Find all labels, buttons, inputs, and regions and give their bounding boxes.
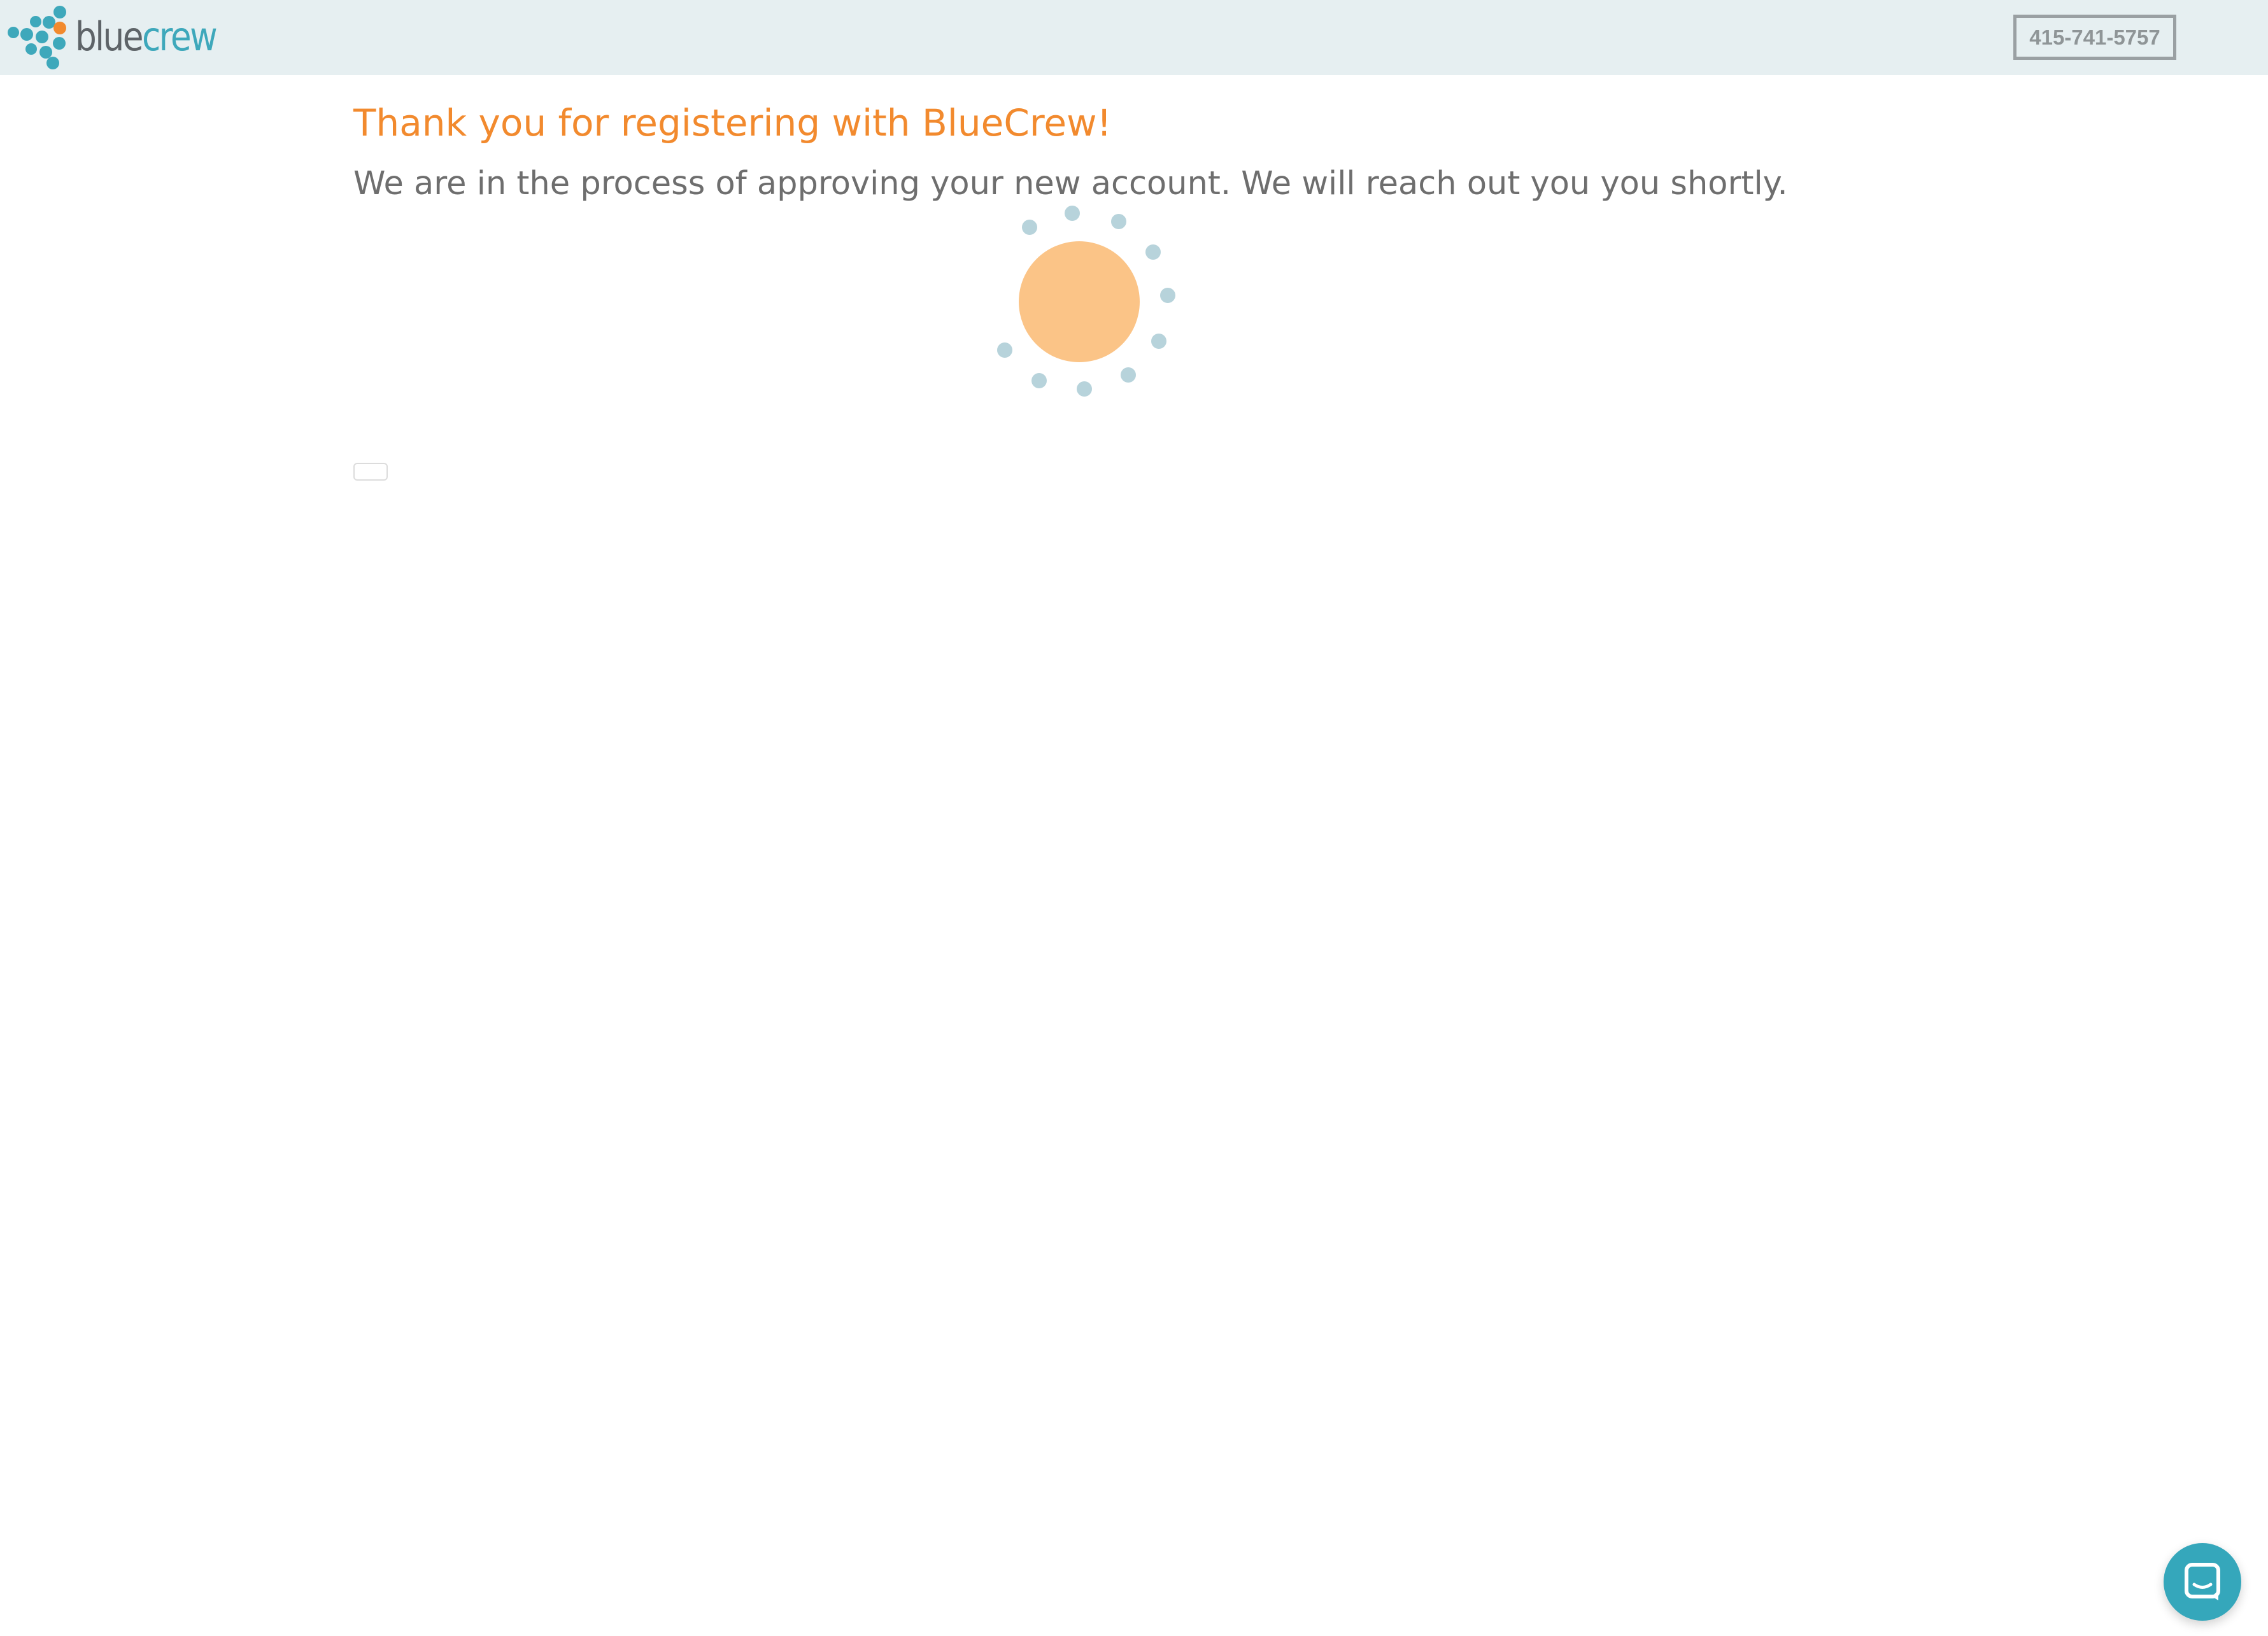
spinner-dot (1077, 381, 1092, 397)
spinner-dot (1151, 334, 1166, 349)
spinner-dot (997, 342, 1012, 358)
spinner-dot (1031, 373, 1047, 388)
logo-wordmark: bluecrew (75, 11, 218, 62)
spinner-dot (1145, 244, 1161, 260)
spinner-dot (1121, 367, 1136, 383)
spinner-dot (1160, 288, 1175, 303)
top-navigation-bar: bluecrew 415-741-5757 (0, 0, 2268, 75)
spinner-dot (1022, 220, 1037, 235)
bluecrew-dots-logo-icon (8, 6, 66, 69)
chat-icon (2185, 1563, 2220, 1600)
logo-word-blue: blue (75, 13, 144, 60)
chat-launcher-button[interactable] (2164, 1543, 2241, 1621)
spinner-core (1019, 241, 1140, 362)
phone-number-button[interactable]: 415-741-5757 (2013, 15, 2176, 60)
page-title: Thank you for registering with BlueCrew! (353, 101, 1112, 145)
spinner-dot (1065, 206, 1080, 221)
bluecrew-logo[interactable]: bluecrew (5, 4, 218, 70)
logo-word-crew: crew (141, 13, 218, 60)
empty-button[interactable] (353, 463, 388, 481)
spinner-dot (1111, 214, 1126, 229)
loading-spinner-icon (981, 194, 1197, 411)
